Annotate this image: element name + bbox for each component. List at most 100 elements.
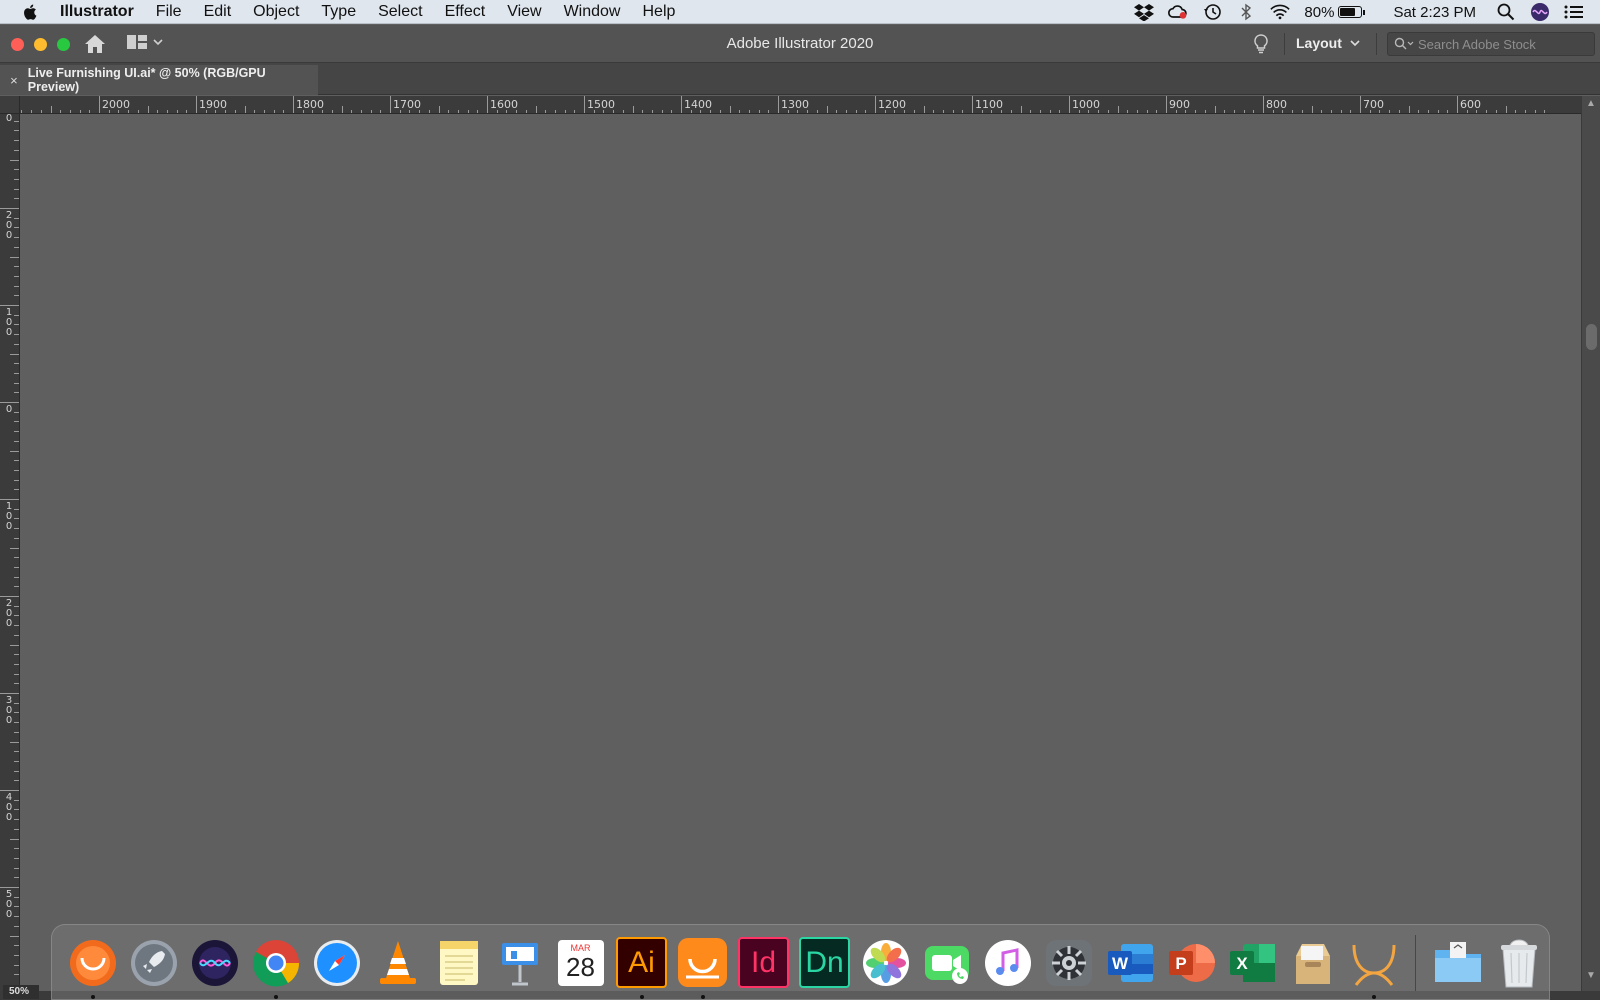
scroll-thumb[interactable] bbox=[1586, 324, 1597, 350]
ruler-minor-tick bbox=[14, 140, 19, 142]
menu-object[interactable]: Object bbox=[253, 3, 299, 21]
spotlight-icon[interactable] bbox=[1496, 3, 1516, 21]
ruler-major-tick bbox=[293, 96, 294, 113]
menu-file[interactable]: File bbox=[156, 3, 182, 21]
dock-item-illustrator[interactable]: Ai bbox=[614, 935, 669, 999]
ruler-minor-tick bbox=[14, 237, 19, 239]
stock-search-input[interactable] bbox=[1418, 36, 1578, 52]
dock-item-powerpoint[interactable]: P bbox=[1163, 935, 1218, 990]
calendar-month: MAR bbox=[570, 942, 591, 953]
dock-item-launchpad[interactable] bbox=[126, 935, 181, 990]
ruler-minor-tick bbox=[14, 421, 19, 423]
dock-item-notes[interactable] bbox=[431, 935, 486, 990]
dock-item-chrome[interactable] bbox=[248, 935, 303, 999]
ruler-minor-tick bbox=[14, 877, 19, 879]
menu-help[interactable]: Help bbox=[642, 3, 675, 21]
vertical-scrollbar[interactable]: ▲ ▼ bbox=[1581, 96, 1600, 991]
vertical-ruler[interactable]: 0 200 100 0 100 200 300 400 500 bbox=[0, 114, 20, 991]
running-indicator bbox=[91, 995, 95, 999]
ruler-minor-tick bbox=[10, 450, 19, 452]
bluetooth-icon[interactable] bbox=[1236, 3, 1256, 21]
ruler-minor-tick bbox=[14, 828, 19, 830]
ruler-tick-label: 0 bbox=[5, 404, 13, 415]
menu-view[interactable]: View bbox=[507, 3, 541, 21]
ruler-minor-tick bbox=[14, 731, 19, 733]
ruler-minor-tick bbox=[14, 343, 19, 345]
ruler-minor-tick bbox=[10, 353, 19, 355]
adobe-stock-search[interactable] bbox=[1387, 32, 1595, 56]
menu-effect[interactable]: Effect bbox=[445, 3, 486, 21]
dock-item-excel[interactable]: X bbox=[1224, 935, 1279, 990]
scroll-down-icon[interactable]: ▼ bbox=[1586, 970, 1596, 981]
excel-icon-text: X bbox=[1236, 954, 1248, 973]
dock-item-indesign[interactable]: Id bbox=[736, 935, 791, 990]
dock-item-system-preferences[interactable] bbox=[1041, 935, 1096, 990]
dock-item-calendar[interactable]: MAR 28 bbox=[553, 935, 608, 990]
ruler-minor-tick bbox=[14, 469, 19, 471]
ruler-minor-tick bbox=[14, 285, 19, 287]
ruler-tick-label: 700 bbox=[1363, 98, 1384, 111]
ruler-tick-label: 200 bbox=[5, 598, 13, 629]
dock-item-archive-utility[interactable] bbox=[1285, 935, 1340, 990]
time-machine-icon[interactable] bbox=[1202, 3, 1222, 21]
menu-window[interactable]: Window bbox=[564, 3, 621, 21]
folder-icon bbox=[1434, 941, 1481, 982]
dock-item-lightweight-arch-app[interactable] bbox=[1346, 935, 1401, 999]
dock-item-orange-app[interactable] bbox=[675, 935, 730, 999]
ruler-major-tick bbox=[875, 96, 876, 113]
menu-type[interactable]: Type bbox=[321, 3, 356, 21]
ruler-minor-tick bbox=[14, 528, 19, 530]
workspace-switcher[interactable]: Layout bbox=[1296, 35, 1360, 51]
ruler-minor-tick bbox=[14, 217, 19, 219]
ruler-minor-tick bbox=[14, 566, 19, 568]
dock-item-word[interactable]: W bbox=[1102, 935, 1157, 990]
scroll-up-icon[interactable]: ▲ bbox=[1586, 98, 1596, 109]
menubar-clock[interactable]: Sat 2:23 PM bbox=[1393, 4, 1476, 21]
dock-item-facetime[interactable] bbox=[919, 935, 974, 990]
ruler-minor-tick bbox=[10, 256, 19, 258]
search-icon bbox=[1394, 37, 1414, 50]
dock-item-itunes[interactable] bbox=[980, 935, 1035, 990]
ruler-tick-label: 1000 bbox=[1072, 98, 1100, 111]
illustrator-icon: Ai bbox=[616, 937, 667, 988]
ruler-minor-tick bbox=[1311, 106, 1313, 113]
dock-item-siri[interactable] bbox=[187, 935, 242, 990]
dock-item-photos[interactable] bbox=[858, 935, 913, 990]
zoom-level[interactable]: 50% bbox=[3, 985, 39, 999]
dock-item-keynote[interactable] bbox=[492, 935, 547, 990]
siri-icon[interactable] bbox=[1530, 3, 1550, 21]
dock-item-vlc[interactable] bbox=[370, 935, 425, 990]
dock-item-safari[interactable] bbox=[309, 935, 364, 990]
ruler-minor-tick bbox=[14, 557, 19, 559]
wifi-icon[interactable] bbox=[1270, 3, 1291, 21]
ruler-minor-tick bbox=[14, 314, 19, 316]
artboard-canvas[interactable] bbox=[21, 114, 1581, 991]
ruler-minor-tick bbox=[14, 188, 19, 190]
powerpoint-icon-text: P bbox=[1175, 954, 1186, 973]
apple-icon[interactable] bbox=[22, 3, 40, 21]
ruler-major-tick bbox=[1360, 96, 1361, 113]
battery-status[interactable]: 80% bbox=[1304, 4, 1366, 21]
dock-item-ubuntu-like-app[interactable] bbox=[65, 935, 120, 999]
ruler-minor-tick bbox=[1408, 106, 1410, 113]
dock-item-downloads-folder[interactable] bbox=[1430, 935, 1485, 990]
ruler-origin[interactable] bbox=[0, 96, 20, 114]
ruler-major-tick bbox=[1263, 96, 1264, 113]
menu-illustrator[interactable]: Illustrator bbox=[60, 3, 134, 21]
creative-cloud-icon[interactable] bbox=[1168, 3, 1188, 21]
keynote-podium-icon bbox=[501, 942, 538, 985]
dock-item-trash[interactable] bbox=[1491, 935, 1546, 990]
menu-edit[interactable]: Edit bbox=[204, 3, 232, 21]
document-tab[interactable]: × Live Furnishing UI.ai* @ 50% (RGB/GPU … bbox=[0, 65, 318, 95]
ruler-minor-tick bbox=[14, 848, 19, 850]
lightbulb-icon[interactable] bbox=[1252, 34, 1270, 54]
horizontal-ruler[interactable]: 0020001900180017001600150014001300120011… bbox=[20, 96, 1581, 114]
dock-item-dimension[interactable]: Dn bbox=[797, 935, 852, 990]
close-tab-icon[interactable]: × bbox=[0, 73, 28, 88]
ruler-minor-tick bbox=[14, 227, 19, 229]
ruler-minor-tick bbox=[826, 106, 828, 113]
notification-center-icon[interactable] bbox=[1564, 3, 1584, 21]
dropbox-icon[interactable] bbox=[1134, 3, 1155, 21]
ruler-major-tick bbox=[0, 208, 19, 209]
menu-select[interactable]: Select bbox=[378, 3, 422, 21]
